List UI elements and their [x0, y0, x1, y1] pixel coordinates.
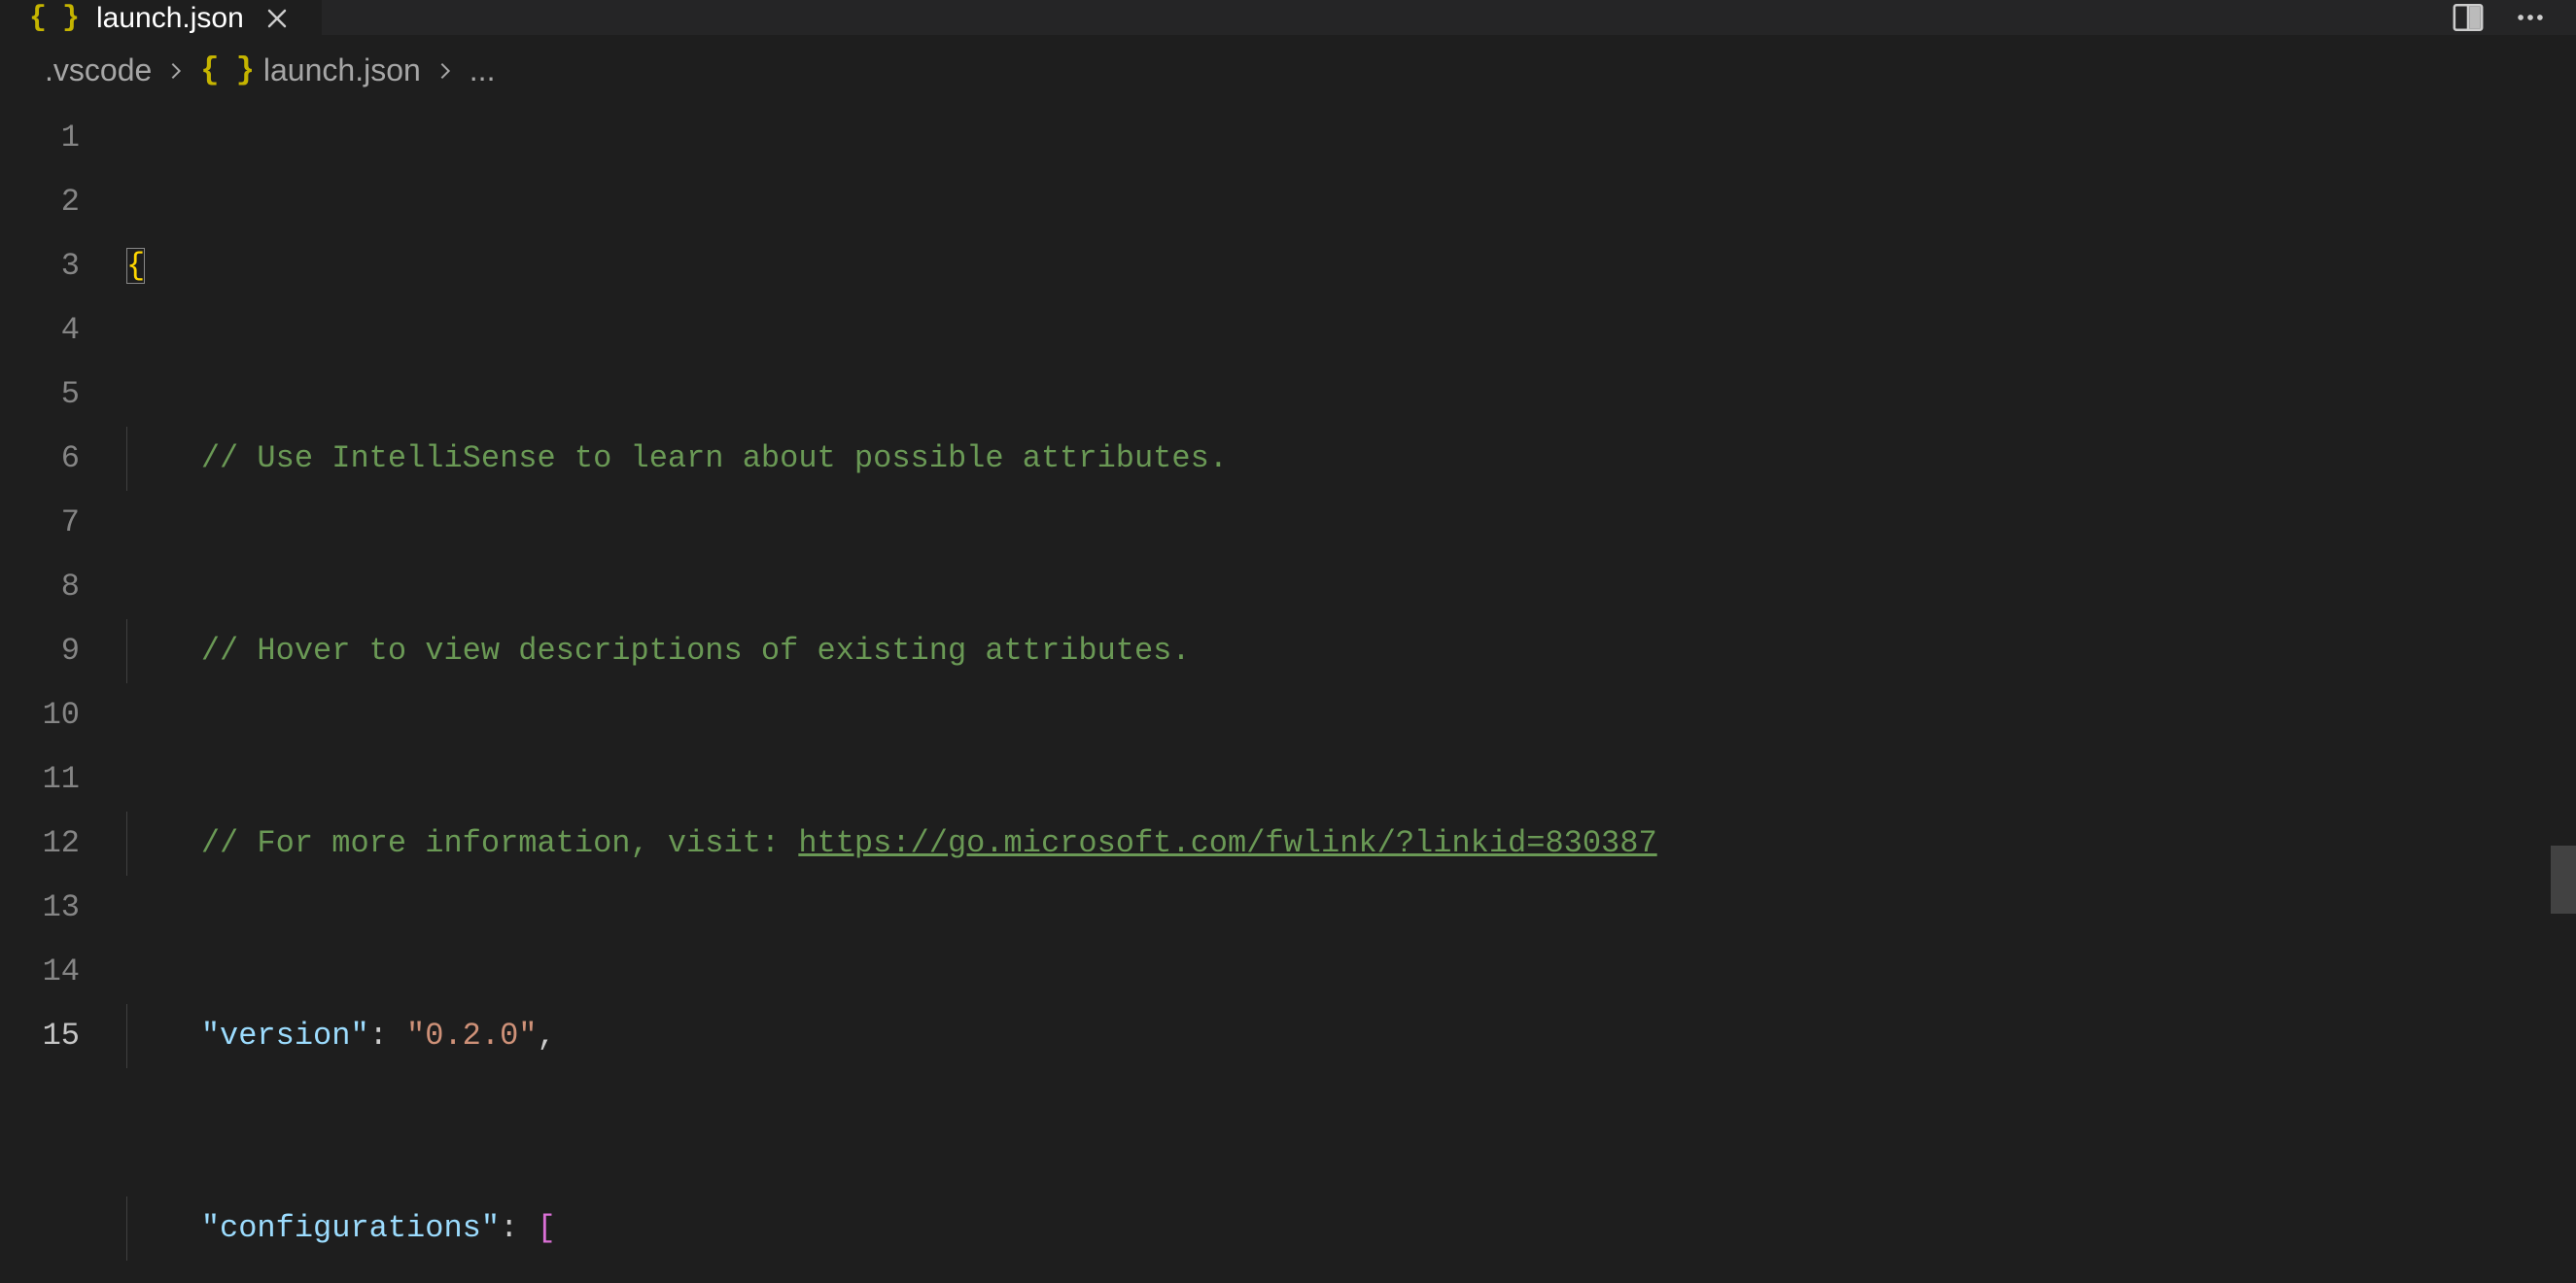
line-number: 6 — [0, 427, 80, 491]
scrollbar-thumb[interactable] — [2551, 846, 2576, 914]
split-editor-button[interactable] — [2452, 1, 2485, 34]
code-line: { — [126, 234, 2576, 298]
line-number: 8 — [0, 555, 80, 619]
json-file-icon: { } — [200, 52, 254, 88]
ellipsis-icon — [2514, 1, 2547, 34]
line-number-gutter: 123456789101112131415 — [0, 106, 126, 1283]
breadcrumb-folder[interactable]: .vscode — [45, 52, 152, 88]
tab-launch-json[interactable]: { } launch.json — [0, 0, 322, 35]
line-number: 3 — [0, 234, 80, 298]
code-line: // Hover to view descriptions of existin… — [126, 619, 2576, 683]
vertical-scrollbar[interactable] — [2551, 68, 2576, 1283]
code-line: // For more information, visit: https://… — [126, 812, 2576, 876]
line-number: 4 — [0, 298, 80, 363]
close-tab-button[interactable] — [261, 3, 293, 34]
json-file-icon: { } — [29, 2, 79, 35]
comment-link[interactable]: https://go.microsoft.com/fwlink/?linkid=… — [798, 825, 1656, 861]
tab-bar: { } launch.json — [0, 0, 2576, 35]
more-actions-button[interactable] — [2514, 1, 2547, 34]
code-content[interactable]: { // Use IntelliSense to learn about pos… — [126, 106, 2576, 1283]
line-number: 15 — [0, 1004, 80, 1068]
code-line: "version": "0.2.0", — [126, 1004, 2576, 1068]
chevron-right-icon — [165, 60, 187, 82]
line-number: 7 — [0, 491, 80, 555]
breadcrumb-folder-label: .vscode — [45, 52, 152, 88]
breadcrumb-symbol-label: ... — [470, 52, 496, 88]
line-number: 12 — [0, 812, 80, 876]
line-number: 9 — [0, 619, 80, 683]
breadcrumb: .vscode { } launch.json ... — [0, 35, 2576, 106]
code-line: // Use IntelliSense to learn about possi… — [126, 427, 2576, 491]
line-number: 2 — [0, 170, 80, 234]
chevron-right-icon — [435, 60, 456, 82]
tab-filename: launch.json — [96, 2, 244, 35]
line-number: 14 — [0, 940, 80, 1004]
breadcrumb-file[interactable]: { } launch.json — [200, 52, 421, 88]
line-number: 13 — [0, 876, 80, 940]
breadcrumb-file-label: launch.json — [263, 52, 421, 88]
code-editor[interactable]: 123456789101112131415 { // Use IntelliSe… — [0, 106, 2576, 1283]
line-number: 10 — [0, 683, 80, 747]
breadcrumb-symbol[interactable]: ... — [470, 52, 496, 88]
line-number: 1 — [0, 106, 80, 170]
code-line: "configurations": [ — [126, 1196, 2576, 1261]
split-editor-icon — [2452, 1, 2485, 34]
line-number: 11 — [0, 747, 80, 812]
line-number: 5 — [0, 363, 80, 427]
close-icon — [265, 7, 289, 30]
